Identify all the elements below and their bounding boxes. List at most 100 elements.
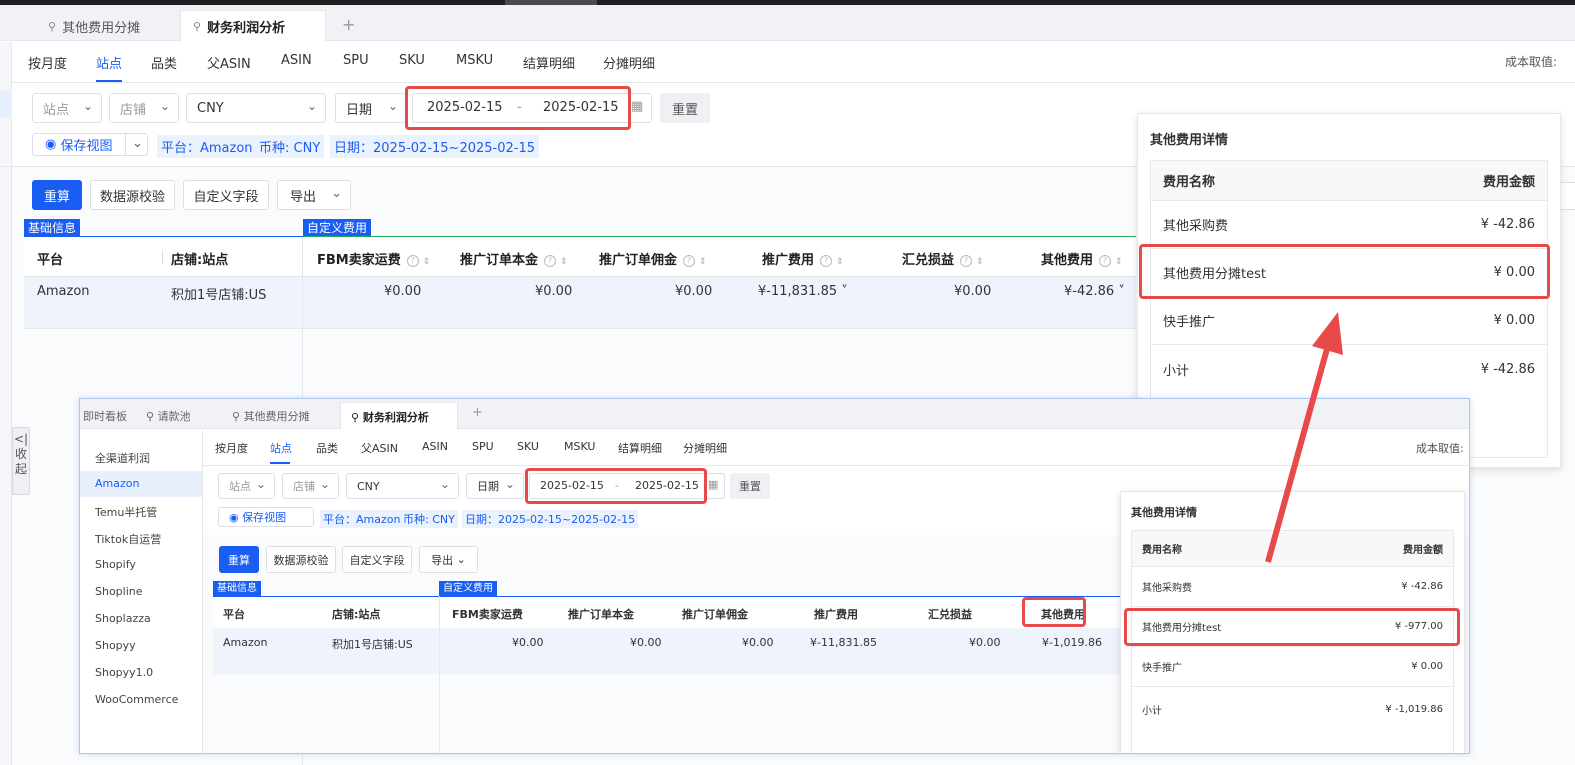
nav-asin[interactable]: ASIN xyxy=(281,53,312,68)
tab-label: 财务利润分析 xyxy=(207,21,286,36)
col-name: 费用名称 xyxy=(1142,545,1182,556)
nav-msku[interactable]: MSKU xyxy=(456,53,493,68)
detail-row: 小计 ¥ -42.86 xyxy=(1151,345,1547,393)
col-fx-gain-loss[interactable]: 汇兑损益? ⇕ xyxy=(902,249,984,268)
inset-screenshot: 即时看板 ⚲ 请款池 ⚲ 其他费用分摊 ⚲ 财务利润分析 + 全渠道利润 Ama… xyxy=(79,398,1470,754)
nav-allocation-detail[interactable]: 分摊明细 xyxy=(603,53,655,72)
partial-button-edge[interactable] xyxy=(1560,182,1575,210)
col-amount: 费用金额 xyxy=(1403,545,1443,556)
pin-icon: ⚲ xyxy=(232,410,241,423)
custom-fields-button[interactable]: 自定义字段 xyxy=(183,180,269,210)
nav-site[interactable]: 站点 xyxy=(96,53,123,82)
section-basic-info: 基础信息 xyxy=(24,219,81,237)
cell-other-fees[interactable]: ¥-42.86 ˅ xyxy=(1064,284,1125,299)
sort-icon[interactable]: ⇕ xyxy=(423,257,431,267)
inset-date-type-select[interactable]: 日期 ⌄ xyxy=(466,473,524,499)
inset-tab-dashboard[interactable]: 即时看板 xyxy=(83,408,127,424)
nav-by-month[interactable]: 按月度 xyxy=(28,53,67,72)
inset-tab-finance-profit[interactable]: ⚲ 财务利润分析 xyxy=(340,402,458,430)
inset-currency-select[interactable]: CNY ⌄ xyxy=(346,473,459,499)
chevron-down-icon[interactable]: ⌄ xyxy=(132,136,143,151)
col-promo-fee[interactable]: 推广费用? ⇕ xyxy=(762,249,844,268)
reset-button[interactable]: 重置 xyxy=(660,93,710,123)
inset-nav-item[interactable]: 分摊明细 xyxy=(683,440,727,456)
pin-icon: ⚲ xyxy=(146,410,155,423)
col-platform[interactable]: 平台 xyxy=(37,249,63,268)
inset-sidebar-item[interactable]: Amazon xyxy=(95,477,139,490)
inset-sidebar-item[interactable]: Tiktok自运营 xyxy=(95,531,161,547)
col-promo-commission[interactable]: 推广订单佣金? ⇕ xyxy=(599,249,707,268)
inset-nav-item[interactable]: SPU xyxy=(472,440,494,453)
inset-nav-item[interactable]: MSKU xyxy=(564,440,595,453)
inset-custom-fields-button[interactable]: 自定义字段 xyxy=(342,546,412,573)
sort-icon[interactable]: ⇕ xyxy=(699,257,707,267)
inset-nav-item[interactable]: 按月度 xyxy=(215,440,248,456)
chevron-down-icon: ⌄ xyxy=(439,477,450,491)
inset-sidebar-item[interactable]: Shopline xyxy=(95,585,143,598)
inset-tab-payment-pool[interactable]: ⚲ 请款池 xyxy=(146,408,191,424)
help-icon[interactable]: ? xyxy=(683,254,696,267)
inset-sidebar-item[interactable]: Shopyy xyxy=(95,639,136,652)
inset-sidebar-item[interactable]: Shoplazza xyxy=(95,612,151,625)
nav-sku[interactable]: SKU xyxy=(399,53,425,68)
cell-promo-fee[interactable]: ¥-11,831.85 ˅ xyxy=(758,284,848,299)
inset-tag-date: 日期：2025-02-15~2025-02-15 xyxy=(462,510,639,528)
inset-site-select[interactable]: 站点 ⌄ xyxy=(218,473,275,499)
help-icon[interactable]: ? xyxy=(960,254,973,267)
inset-sidebar-item[interactable]: Shopify xyxy=(95,558,136,571)
sort-icon[interactable]: ⇕ xyxy=(836,257,844,267)
nav-parent-asin[interactable]: 父ASIN xyxy=(207,53,251,72)
nav-category[interactable]: 品类 xyxy=(151,53,177,72)
help-icon[interactable]: ? xyxy=(820,254,833,267)
inset-validate-button[interactable]: 数据源校验 xyxy=(266,546,336,573)
inset-nav-item[interactable]: 品类 xyxy=(316,440,338,456)
inset-nav-item-active[interactable]: 站点 xyxy=(270,440,292,456)
site-select[interactable]: 站点 ⌄ xyxy=(32,93,102,123)
save-view-button[interactable]: ◉ 保存视图 ⌄ xyxy=(32,133,148,156)
inset-sidebar-item[interactable]: 全渠道利润 xyxy=(95,450,150,466)
calendar-icon[interactable]: ▦ xyxy=(631,99,643,114)
collapse-sidebar-button[interactable]: <| 收起 xyxy=(12,427,30,495)
inset-save-view-button[interactable]: ◉ 保存视图 xyxy=(218,507,314,527)
sort-icon[interactable]: ⇕ xyxy=(560,257,568,267)
inset-nav-item[interactable]: 结算明细 xyxy=(618,440,662,456)
sort-icon[interactable]: ⇕ xyxy=(1115,257,1123,267)
help-icon[interactable]: ? xyxy=(406,254,419,267)
col-promo-principal[interactable]: 推广订单本金? ⇕ xyxy=(460,249,568,268)
inset-detail-title: 其他费用详情 xyxy=(1131,506,1197,519)
detail-col-name: 费用名称 xyxy=(1163,175,1216,190)
col-fbm-shipping[interactable]: FBM卖家运费? ⇕ xyxy=(317,249,430,268)
store-select[interactable]: 店铺 ⌄ xyxy=(109,93,179,123)
tab-finance-profit[interactable]: ⚲ 财务利润分析 xyxy=(180,10,326,42)
detail-row-amount: ¥ -42.86 xyxy=(1480,361,1535,377)
inset-nav-item[interactable]: SKU xyxy=(517,440,539,453)
nav-settlement-detail[interactable]: 结算明细 xyxy=(523,53,575,72)
sort-icon[interactable]: ⇕ xyxy=(976,257,984,267)
tab-other-cost-allocation[interactable]: ⚲ 其他费用分摊 xyxy=(36,10,152,42)
export-button[interactable]: 导出 ⌄ xyxy=(277,180,351,210)
nav-spu[interactable]: SPU xyxy=(343,53,369,68)
date-type-select[interactable]: 日期 ⌄ xyxy=(335,93,407,123)
currency-select[interactable]: CNY ⌄ xyxy=(186,93,326,123)
inset-sidebar-item[interactable]: WooCommerce xyxy=(95,693,178,706)
inset-tab-allocation[interactable]: ⚲ 其他费用分摊 xyxy=(232,408,310,424)
help-icon[interactable]: ? xyxy=(1099,254,1112,267)
data-source-validate-button[interactable]: 数据源校验 xyxy=(90,180,175,210)
help-icon[interactable]: ? xyxy=(544,254,557,267)
recalculate-button[interactable]: 重算 xyxy=(32,180,82,210)
inset-sidebar-item[interactable]: Shopyy1.0 xyxy=(95,666,153,679)
col-other-fees[interactable]: 其他费用? ⇕ xyxy=(1041,249,1123,268)
inset-export-button[interactable]: 导出 ⌄ xyxy=(419,546,478,573)
inset-reset-button[interactable]: 重置 xyxy=(730,473,770,499)
add-tab-icon[interactable]: + xyxy=(472,405,483,420)
date-type-value: 日期 xyxy=(346,102,373,118)
inset-store-select[interactable]: 店铺 ⌄ xyxy=(282,473,339,499)
col-store-site[interactable]: 店铺:站点 xyxy=(171,249,228,268)
inset-nav-item[interactable]: 父ASIN xyxy=(361,440,398,456)
inset-sidebar-item[interactable]: Temu半托管 xyxy=(95,504,157,520)
placeholder: 站点 xyxy=(229,480,251,493)
inset-recalc-button[interactable]: 重算 xyxy=(219,546,259,573)
inset-nav-item[interactable]: ASIN xyxy=(422,440,448,453)
tab-label: 请款池 xyxy=(157,410,191,423)
add-tab-icon[interactable]: + xyxy=(342,15,355,34)
